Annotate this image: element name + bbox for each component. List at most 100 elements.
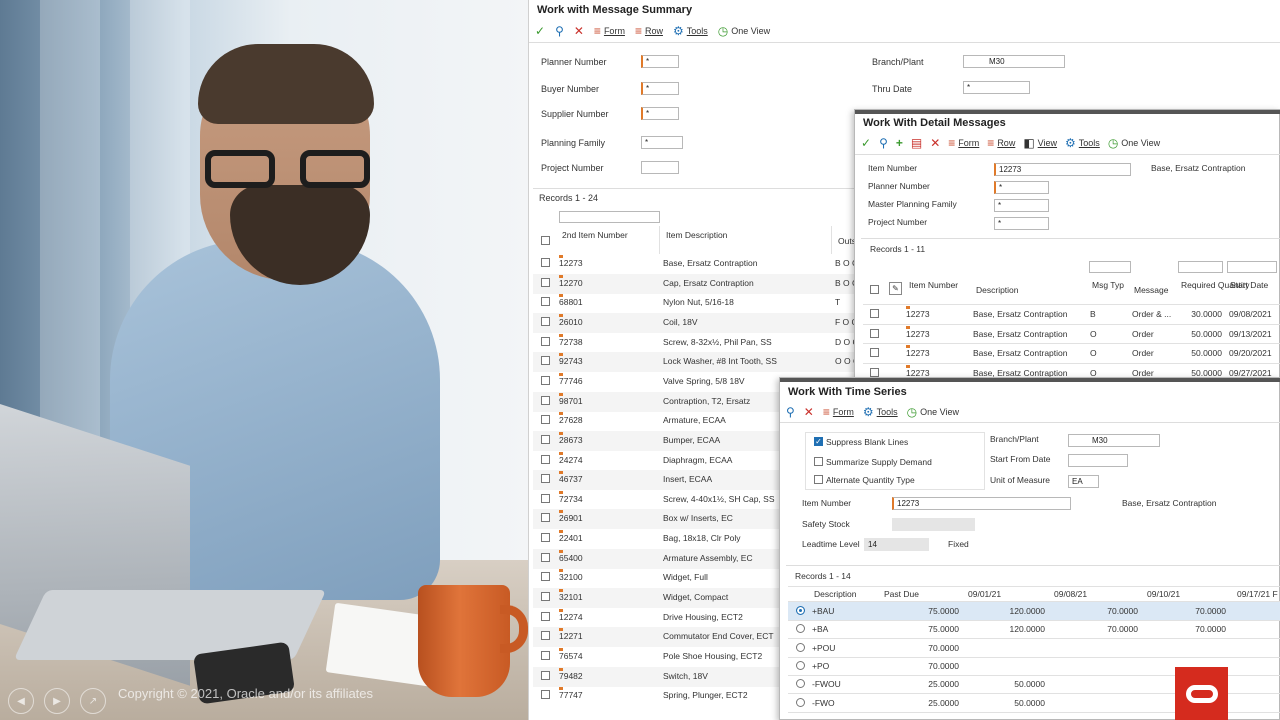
- row-item-number[interactable]: 98701: [559, 396, 654, 406]
- row-item-number[interactable]: 65400: [559, 553, 654, 563]
- row-menu[interactable]: ≡ Row: [987, 137, 1015, 149]
- add-button[interactable]: +: [896, 137, 903, 149]
- branch-plant-input[interactable]: M30: [963, 55, 1065, 68]
- row-item-number[interactable]: 26901: [559, 513, 654, 523]
- row-checkbox[interactable]: [870, 329, 879, 338]
- row-checkbox[interactable]: [541, 533, 550, 542]
- row-item-number[interactable]: 12273: [906, 348, 968, 358]
- select-all-checkbox[interactable]: [870, 285, 879, 294]
- row-radio[interactable]: [796, 679, 805, 688]
- branch-plant-input[interactable]: M30: [1068, 434, 1160, 447]
- row-item-number[interactable]: 12270: [559, 278, 654, 288]
- row-item-number[interactable]: 92743: [559, 356, 654, 366]
- qbe-item-number[interactable]: [559, 211, 660, 223]
- col-0908[interactable]: 09/08/21: [1054, 589, 1087, 599]
- row-item-number[interactable]: 28673: [559, 435, 654, 445]
- personalize-icon[interactable]: ✎: [889, 282, 902, 295]
- next-icon[interactable]: ▶: [44, 688, 70, 714]
- row-item-number[interactable]: 24274: [559, 455, 654, 465]
- find-button[interactable]: ⚲: [786, 406, 795, 418]
- row-radio[interactable]: [796, 606, 805, 615]
- project-number-input[interactable]: *: [994, 217, 1049, 230]
- col-item-description[interactable]: Item Description: [666, 230, 727, 240]
- expand-icon[interactable]: ↗: [80, 688, 106, 714]
- find-button[interactable]: ⚲: [555, 25, 564, 37]
- row-checkbox[interactable]: [541, 631, 550, 640]
- col-0901[interactable]: 09/01/21: [968, 589, 1001, 599]
- row-item-number[interactable]: 72738: [559, 337, 654, 347]
- thru-date-input[interactable]: *: [963, 81, 1030, 94]
- row-checkbox[interactable]: [541, 376, 550, 385]
- col-item-number[interactable]: Item Number: [909, 280, 958, 290]
- tools-menu[interactable]: ⚙ Tools: [1065, 137, 1100, 149]
- col-past-due[interactable]: Past Due: [884, 589, 919, 599]
- row-item-number[interactable]: 22401: [559, 533, 654, 543]
- tools-menu[interactable]: ⚙ Tools: [673, 25, 708, 37]
- buyer-number-input[interactable]: *: [641, 82, 679, 95]
- alternate-quantity-type-checkbox[interactable]: [814, 475, 823, 484]
- row-radio[interactable]: [796, 661, 805, 670]
- col-2nd-item-number[interactable]: 2nd Item Number: [562, 230, 628, 240]
- row-checkbox[interactable]: [870, 368, 879, 377]
- row-checkbox[interactable]: [541, 671, 550, 680]
- qbe-start-date[interactable]: [1227, 261, 1277, 273]
- row-item-number[interactable]: 32100: [559, 572, 654, 582]
- item-number-input[interactable]: 12273: [994, 163, 1131, 176]
- row-item-number[interactable]: 46737: [559, 474, 654, 484]
- row-checkbox[interactable]: [541, 651, 550, 660]
- project-number-input[interactable]: [641, 161, 679, 174]
- unit-of-measure-input[interactable]: EA: [1068, 475, 1099, 488]
- row-item-number[interactable]: 72734: [559, 494, 654, 504]
- row-checkbox[interactable]: [541, 494, 550, 503]
- row-item-number[interactable]: 76574: [559, 651, 654, 661]
- start-from-date-input[interactable]: [1068, 454, 1128, 467]
- row-checkbox[interactable]: [541, 474, 550, 483]
- find-button[interactable]: ⚲: [879, 137, 888, 149]
- close-button[interactable]: ✕: [930, 137, 940, 149]
- row-menu[interactable]: ≡ Row: [635, 25, 663, 37]
- close-button[interactable]: ✕: [574, 25, 584, 37]
- row-item-number[interactable]: 79482: [559, 671, 654, 681]
- form-menu[interactable]: ≡ Form: [948, 137, 979, 149]
- row-item-number[interactable]: 77747: [559, 690, 654, 700]
- row-checkbox[interactable]: [541, 690, 550, 699]
- row-item-number[interactable]: 12273: [906, 329, 968, 339]
- planner-number-input[interactable]: *: [994, 181, 1049, 194]
- row-item-number[interactable]: 27628: [559, 415, 654, 425]
- row-checkbox[interactable]: [541, 317, 550, 326]
- select-all-checkbox[interactable]: [541, 236, 550, 245]
- row-checkbox[interactable]: [541, 572, 550, 581]
- row-radio[interactable]: [796, 624, 805, 633]
- row-checkbox[interactable]: [870, 348, 879, 357]
- form-menu[interactable]: ≡ Form: [823, 406, 854, 418]
- row-radio[interactable]: [796, 698, 805, 707]
- col-description[interactable]: Description: [976, 285, 1019, 295]
- row-checkbox[interactable]: [541, 455, 550, 464]
- col-start-date[interactable]: Start Date: [1230, 280, 1268, 290]
- summarize-supply-demand-checkbox[interactable]: [814, 457, 823, 466]
- ok-button[interactable]: ✓: [535, 25, 545, 37]
- row-checkbox[interactable]: [541, 553, 550, 562]
- row-checkbox[interactable]: [541, 513, 550, 522]
- row-checkbox[interactable]: [541, 337, 550, 346]
- row-checkbox[interactable]: [541, 356, 550, 365]
- row-item-number[interactable]: 12273: [559, 258, 654, 268]
- row-checkbox[interactable]: [541, 415, 550, 424]
- col-msg-typ[interactable]: Msg Typ: [1092, 280, 1124, 290]
- row-item-number[interactable]: 12274: [559, 612, 654, 622]
- one-view-button[interactable]: ◷ One View: [718, 25, 770, 37]
- delete-button[interactable]: ▤: [911, 137, 922, 149]
- row-checkbox[interactable]: [541, 297, 550, 306]
- row-checkbox[interactable]: [541, 258, 550, 267]
- row-checkbox[interactable]: [541, 278, 550, 287]
- row-item-number[interactable]: 32101: [559, 592, 654, 602]
- view-menu[interactable]: ◧ View: [1023, 137, 1057, 149]
- suppress-blank-lines-checkbox[interactable]: ✓: [814, 437, 823, 446]
- row-checkbox[interactable]: [541, 592, 550, 601]
- qbe-msg-typ[interactable]: [1089, 261, 1131, 273]
- prev-icon[interactable]: ◀: [8, 688, 34, 714]
- row-checkbox[interactable]: [541, 396, 550, 405]
- row-item-number[interactable]: 26010: [559, 317, 654, 327]
- item-number-input[interactable]: 12273: [892, 497, 1071, 510]
- row-radio[interactable]: [796, 643, 805, 652]
